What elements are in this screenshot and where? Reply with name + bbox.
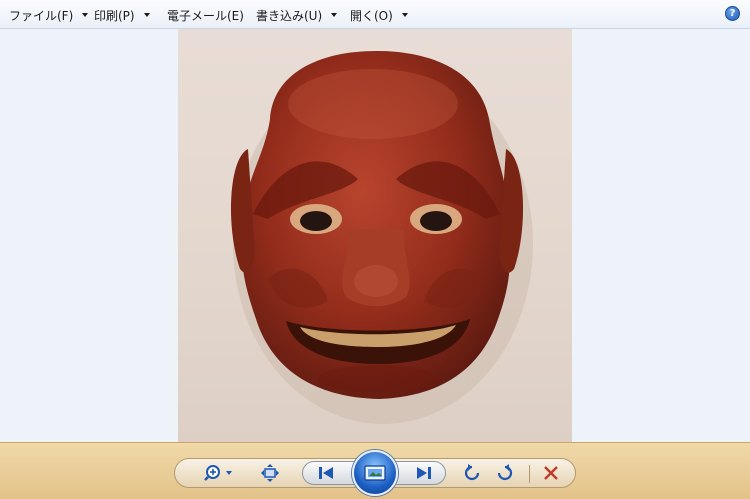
- toolbar-separator: [529, 465, 530, 483]
- rotate-clockwise-button[interactable]: [495, 463, 515, 483]
- menu-email[interactable]: 電子メール(E): [167, 6, 244, 24]
- bottom-toolbar: [0, 442, 750, 499]
- menu-file[interactable]: ファイル(F): [9, 6, 89, 24]
- menu-burn-label: 書き込み(U): [256, 8, 323, 23]
- menu-burn[interactable]: 書き込み(U): [256, 6, 338, 24]
- mask-image: [230, 51, 533, 424]
- chevron-down-icon: [82, 13, 89, 17]
- fit-window-icon: [261, 464, 279, 482]
- zoom-icon: [204, 465, 232, 481]
- photo[interactable]: [178, 29, 572, 442]
- next-button[interactable]: [412, 463, 436, 483]
- previous-button[interactable]: [314, 463, 338, 483]
- menu-open-label: 開く(O): [350, 8, 393, 23]
- rotate-counterclockwise-button[interactable]: [462, 463, 482, 483]
- slideshow-button[interactable]: [352, 450, 398, 496]
- chevron-down-icon: [331, 13, 338, 17]
- help-icon-glyph: ?: [729, 8, 736, 19]
- menu-bar: ファイル(F) 印刷(P) 電子メール(E) 書き込み(U) 開く(O) ?: [0, 0, 750, 29]
- delete-icon: [544, 466, 558, 480]
- chevron-down-icon: [401, 13, 408, 17]
- rotate-clockwise-icon: [497, 464, 513, 481]
- zoom-button[interactable]: [202, 463, 236, 483]
- menu-print[interactable]: 印刷(P): [94, 6, 150, 24]
- next-icon: [417, 467, 431, 479]
- menu-open[interactable]: 開く(O): [350, 6, 408, 24]
- menu-email-label: 電子メール(E): [167, 8, 244, 23]
- slideshow-icon: [364, 465, 386, 481]
- menu-print-label: 印刷(P): [94, 8, 135, 23]
- help-icon[interactable]: ?: [725, 6, 740, 21]
- image-viewer-area: [0, 29, 750, 442]
- fit-window-button[interactable]: [260, 463, 280, 483]
- delete-button[interactable]: [541, 463, 561, 483]
- previous-icon: [319, 467, 333, 479]
- menu-file-label: ファイル(F): [9, 8, 74, 23]
- chevron-down-icon: [143, 13, 150, 17]
- rotate-counterclockwise-icon: [464, 464, 480, 481]
